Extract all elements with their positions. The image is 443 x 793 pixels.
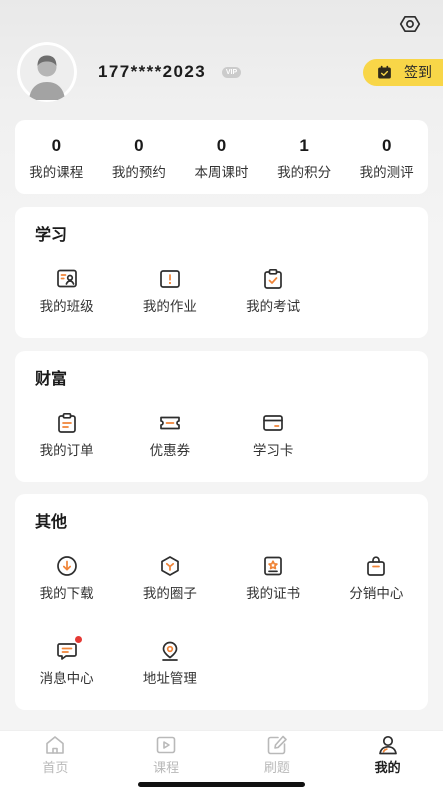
menu-item-label: 我的订单 — [39, 443, 94, 458]
home-indicator — [138, 782, 305, 787]
stat-value: 0 — [51, 136, 62, 155]
stat-label: 我的积分 — [277, 165, 332, 180]
section-wealth: 财富 我的订单 优惠券 学习卡 — [15, 351, 428, 482]
menu-item-label: 我的证书 — [246, 586, 301, 601]
menu-item-label: 分销中心 — [349, 586, 404, 601]
menu-item-label: 我的班级 — [39, 299, 94, 314]
shopping-bag-icon — [364, 554, 388, 578]
menu-item-my-homework[interactable]: 我的作业 — [118, 267, 221, 316]
stat-value: 0 — [134, 136, 144, 155]
menu-item-distribution-center[interactable]: 分销中心 — [325, 554, 428, 603]
vip-badge: VIP — [222, 67, 241, 78]
menu-item-label: 我的圈子 — [142, 586, 197, 601]
menu-item-my-certificates[interactable]: 我的证书 — [222, 554, 325, 603]
calendar-icon — [378, 65, 391, 79]
tab-label: 首页 — [42, 760, 69, 775]
menu-item-study-card[interactable]: 学习卡 — [222, 411, 325, 460]
message-icon — [55, 636, 82, 663]
section-title: 财富 — [35, 371, 68, 388]
section-title: 学习 — [35, 227, 68, 244]
checkin-button[interactable]: 签到 — [363, 59, 443, 86]
menu-item-my-downloads[interactable]: 我的下载 — [15, 554, 118, 603]
tab-home[interactable]: 首页 — [0, 731, 111, 793]
checkin-label: 签到 — [404, 64, 432, 80]
coupon-icon — [158, 411, 182, 435]
home-icon — [46, 736, 65, 754]
stat-courses[interactable]: 0 我的课程 — [15, 120, 98, 194]
stat-appointments[interactable]: 0 我的预约 — [98, 120, 181, 194]
edit-icon — [267, 735, 287, 755]
menu-item-my-exam[interactable]: 我的考试 — [222, 267, 325, 316]
menu-item-coupons[interactable]: 优惠券 — [118, 411, 221, 460]
menu-item-my-orders[interactable]: 我的订单 — [15, 411, 118, 460]
section-study: 学习 我的班级 我的作业 我的考试 — [15, 207, 428, 338]
menu-item-address-management[interactable]: 地址管理 — [118, 639, 221, 688]
download-icon — [55, 554, 79, 578]
order-icon — [55, 411, 79, 435]
stat-value: 0 — [381, 136, 392, 155]
user-phone: 177****2023 — [98, 62, 207, 81]
class-icon — [55, 267, 79, 291]
menu-item-my-class[interactable]: 我的班级 — [15, 267, 118, 316]
settings-icon[interactable] — [398, 12, 422, 36]
menu-item-label: 地址管理 — [142, 671, 197, 686]
tab-label: 刷题 — [263, 760, 290, 775]
location-icon — [158, 639, 182, 663]
menu-item-label: 我的考试 — [246, 299, 301, 314]
menu-item-label: 我的作业 — [142, 299, 197, 314]
stat-label: 本周课时 — [194, 165, 249, 180]
stats-card: 0 我的课程 0 我的预约 0 本周课时 1 我的积分 0 我的测评 — [15, 120, 428, 194]
menu-item-label: 优惠券 — [149, 443, 191, 458]
user-icon — [378, 735, 397, 755]
stat-label: 我的课程 — [29, 165, 84, 180]
section-title: 其他 — [35, 514, 68, 531]
tab-label: 课程 — [153, 760, 180, 775]
study-card-icon — [261, 411, 285, 435]
stat-label: 我的预约 — [111, 165, 166, 180]
certificate-icon — [261, 554, 285, 578]
section-other: 其他 我的下载 我的圈子 我的证书 分销中心 消息中心 地址管理 — [15, 494, 428, 710]
tab-label: 我的 — [374, 760, 401, 775]
unread-dot-icon — [74, 636, 82, 643]
tab-mine[interactable]: 我的 — [332, 731, 443, 793]
stat-points[interactable]: 1 我的积分 — [263, 120, 346, 194]
menu-item-label: 我的下载 — [39, 586, 94, 601]
stat-value: 0 — [216, 136, 227, 155]
stat-assessments[interactable]: 0 我的测评 — [345, 120, 428, 194]
menu-item-message-center[interactable]: 消息中心 — [15, 636, 118, 688]
play-icon — [156, 736, 176, 754]
stat-weekly-hours[interactable]: 0 本周课时 — [180, 120, 263, 194]
menu-item-my-circles[interactable]: 我的圈子 — [118, 554, 221, 603]
exam-icon — [261, 267, 285, 291]
avatar[interactable] — [17, 42, 77, 102]
homework-icon — [158, 267, 182, 291]
circle-icon — [158, 554, 182, 578]
menu-item-label: 学习卡 — [252, 443, 294, 458]
menu-item-label: 消息中心 — [39, 671, 94, 686]
stat-value: 1 — [299, 136, 309, 155]
avatar-icon — [17, 42, 77, 102]
stat-label: 我的测评 — [359, 165, 414, 180]
